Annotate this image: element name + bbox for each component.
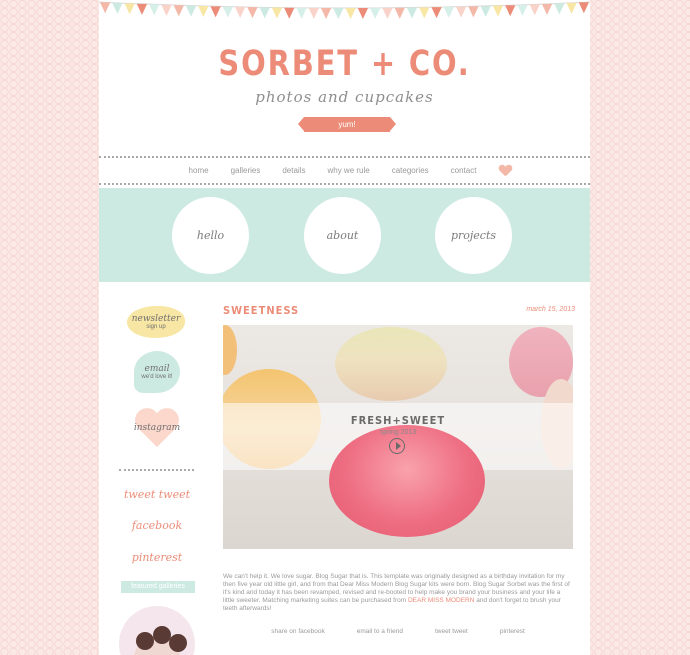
heart-icon[interactable] [499,165,511,176]
main-nav: home galleries details why we rule categ… [99,160,590,180]
newsletter-sub: sign up [146,324,166,330]
email-button[interactable]: email we'd love it! [134,351,180,393]
newsletter-label: newsletter [131,314,181,324]
bunting-flag [296,7,307,19]
link-tweet-tweet[interactable]: tweet tweet [99,488,215,501]
instagram-button[interactable]: instagram [133,409,181,453]
nav-item-contact[interactable]: contact [440,166,488,175]
bunting-flag [357,7,369,19]
bunting-flag [136,3,148,15]
page: SORBET + CO. photos and cupcakes yum! ho… [99,0,590,655]
bunting-flag [320,7,332,19]
bunting-flag [112,2,123,14]
bunting-flag [370,7,381,19]
nav-item-details[interactable]: details [271,166,316,175]
macaron-orange-edge [223,325,237,375]
cupcake-shape [169,634,187,652]
bunting-flag [149,4,160,16]
brand-logo[interactable]: SORBET + CO. [119,44,571,84]
bunting-flag [468,6,479,18]
bunting-flag [455,6,467,18]
bunting-flag [247,7,258,19]
featured-galleries-label: featured galleries [121,581,195,593]
share-bar: share on facebook email to a friend twee… [223,628,573,635]
dear-miss-modern-link[interactable]: DEAR MISS MODERN [408,597,474,604]
bunting-flag [394,7,405,19]
share-facebook-link[interactable]: share on facebook [255,628,340,635]
brand-tagline: photos and cupcakes [255,88,434,106]
bunting-flag [554,3,565,15]
share-pinterest-link[interactable]: pinterest [484,628,541,635]
bunting-flag [480,6,491,18]
bunting-flag [578,2,589,14]
tagline-ribbon: yum! [298,117,396,132]
circle-about[interactable]: about [304,197,381,274]
bunting-flag [235,6,246,18]
nav-item-why-we-rule[interactable]: why we rule [316,166,380,175]
bunting-flag [431,7,442,19]
bunting-flag [492,5,504,17]
featured-gallery-photo[interactable] [119,606,195,655]
hero-image[interactable]: FRESH+SWEET spring 2013 [223,325,573,549]
newsletter-button[interactable]: newsletter sign up [127,306,185,338]
bunting-flag [443,6,454,18]
instagram-label: instagram [133,423,181,433]
bunting-flag [419,7,430,19]
play-arrow-icon[interactable] [389,438,405,454]
nav-divider-top [99,156,590,158]
link-pinterest[interactable]: pinterest [99,551,215,564]
bunting-flag [259,7,270,19]
bunting-flag [517,4,528,16]
bunting-flag [529,4,540,16]
post-body: We can't help it. We love sugar. Blog Su… [223,573,573,613]
email-label: email [144,364,170,374]
bunting-flag [185,5,197,17]
bunting-flag [198,6,209,18]
bunting-flag [333,7,344,19]
cupcake-shape [136,632,154,650]
bunting-flag [222,6,234,18]
bunting-flag [382,7,393,19]
nav-item-galleries[interactable]: galleries [220,166,272,175]
share-email-link[interactable]: email to a friend [341,628,419,635]
bunting-flag [308,7,319,19]
hero-subtitle: spring 2013 [379,429,417,436]
bunting-flag [271,7,283,19]
hero-title: FRESH+SWEET [350,414,446,427]
bunting-flag [541,3,553,15]
feature-band: hello about projects [99,188,590,282]
bunting-flag [173,5,184,17]
post-title[interactable]: SWEETNESS [223,304,299,317]
link-facebook[interactable]: facebook [99,519,215,532]
bunting-flag [161,4,172,16]
email-sub: we'd love it! [141,374,173,380]
bunting-flag [345,7,356,19]
sidebar-divider [119,469,194,471]
bunting-flag [284,7,295,19]
nav-divider-bottom [99,183,590,185]
bunting-decoration [99,1,590,19]
bunting-flag [124,3,135,15]
bunting-flag [566,2,577,14]
bunting-flag [505,5,516,17]
bunting-flag [100,2,111,14]
circle-projects[interactable]: projects [435,197,512,274]
bunting-flag [406,7,418,19]
share-tweet-link[interactable]: tweet tweet [419,628,484,635]
macaron-yellow [335,327,447,401]
nav-item-categories[interactable]: categories [381,166,440,175]
nav-item-home[interactable]: home [178,166,220,175]
bunting-flag [210,6,221,18]
circle-hello[interactable]: hello [172,197,249,274]
post-date: march 15, 2013 [526,306,575,313]
macaron-pink-front [329,425,485,537]
